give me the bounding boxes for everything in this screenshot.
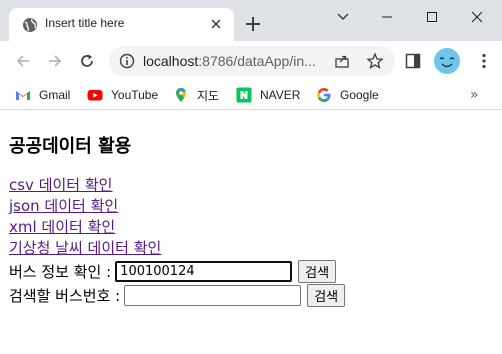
weather-link[interactable]: 기상청 날씨 데이터 확인 <box>9 238 161 259</box>
xml-link[interactable]: xml 데이터 확인 <box>9 217 161 238</box>
bus-info-input[interactable] <box>115 261 293 282</box>
browser-toolbar: localhost:8786/dataApp/in... <box>0 41 502 80</box>
new-tab-icon[interactable] <box>244 15 262 33</box>
bus-number-input[interactable] <box>124 285 302 306</box>
bus-info-row: 버스 정보 확인 : 검색 <box>9 260 337 283</box>
naver-icon <box>236 87 252 103</box>
reload-button[interactable] <box>76 50 98 72</box>
more-vert-icon[interactable] <box>475 52 493 70</box>
bookmark-label: NAVER <box>260 88 301 102</box>
maximize-button[interactable] <box>417 6 447 28</box>
close-icon <box>471 11 483 23</box>
side-panel-icon[interactable] <box>405 53 421 69</box>
tab-search-button[interactable] <box>328 6 358 28</box>
bookmark-gmail[interactable]: Gmail <box>15 86 70 104</box>
bookmark-label: Gmail <box>39 88 71 102</box>
info-icon[interactable] <box>119 53 135 69</box>
reload-icon <box>81 54 93 67</box>
url-text[interactable]: localhost:8786/dataApp/in... <box>143 53 316 69</box>
page-content: 공공데이터 활용 csv 데이터 확인 json 데이터 확인 xml 데이터 … <box>0 111 502 354</box>
browser-tab[interactable]: Insert title here <box>9 8 234 41</box>
minimize-icon <box>382 16 392 18</box>
globe-icon <box>23 18 37 32</box>
tab-title: Insert title here <box>45 16 125 30</box>
bus-info-search-button[interactable]: 검색 <box>298 260 337 283</box>
bookmark-maps[interactable]: 지도 <box>173 86 219 104</box>
bus-number-row: 검색할 버스번호 : 검색 <box>9 284 346 307</box>
page-title: 공공데이터 활용 <box>9 136 132 157</box>
share-icon[interactable] <box>334 53 350 69</box>
profile-avatar[interactable] <box>434 48 460 74</box>
chevron-down-icon <box>337 13 349 21</box>
bookmark-naver[interactable]: NAVER <box>236 86 300 104</box>
bookmarks-bar: Gmail YouTube 지도 NAVER Google » <box>0 80 502 110</box>
bookmark-google[interactable]: Google <box>316 86 379 104</box>
browser-titlebar: Insert title here <box>0 0 502 41</box>
bus-number-label: 검색할 버스번호 : <box>9 287 121 305</box>
bus-number-search-button[interactable]: 검색 <box>307 284 346 307</box>
csv-link[interactable]: csv 데이터 확인 <box>9 175 161 196</box>
arrow-right-icon <box>49 55 62 67</box>
bookmark-label: Google <box>340 88 379 102</box>
back-button[interactable] <box>12 50 34 72</box>
url-path: :8786/dataApp/in... <box>198 53 316 69</box>
close-tab-icon[interactable] <box>208 16 224 32</box>
arrow-left-icon <box>16 55 29 67</box>
bookmark-youtube[interactable]: YouTube <box>87 86 158 104</box>
maps-icon <box>176 88 186 102</box>
bus-info-label: 버스 정보 확인 : <box>9 263 112 281</box>
youtube-icon <box>87 90 103 101</box>
minimize-button[interactable] <box>372 6 402 28</box>
forward-button[interactable] <box>44 50 66 72</box>
address-bar[interactable]: localhost:8786/dataApp/in... <box>109 46 395 76</box>
google-icon <box>317 88 331 102</box>
maximize-icon <box>427 12 437 22</box>
bookmark-label: YouTube <box>111 88 159 102</box>
star-icon[interactable] <box>366 52 384 70</box>
bookmark-label: 지도 <box>197 88 220 103</box>
more-bookmarks-button[interactable]: » <box>470 87 479 103</box>
json-link[interactable]: json 데이터 확인 <box>9 196 161 217</box>
url-host: localhost <box>143 53 199 69</box>
smiley-avatar-icon <box>439 57 455 68</box>
data-links: csv 데이터 확인 json 데이터 확인 xml 데이터 확인 기상청 날씨… <box>9 175 161 259</box>
gmail-icon <box>16 91 30 100</box>
close-window-button[interactable] <box>462 6 492 28</box>
